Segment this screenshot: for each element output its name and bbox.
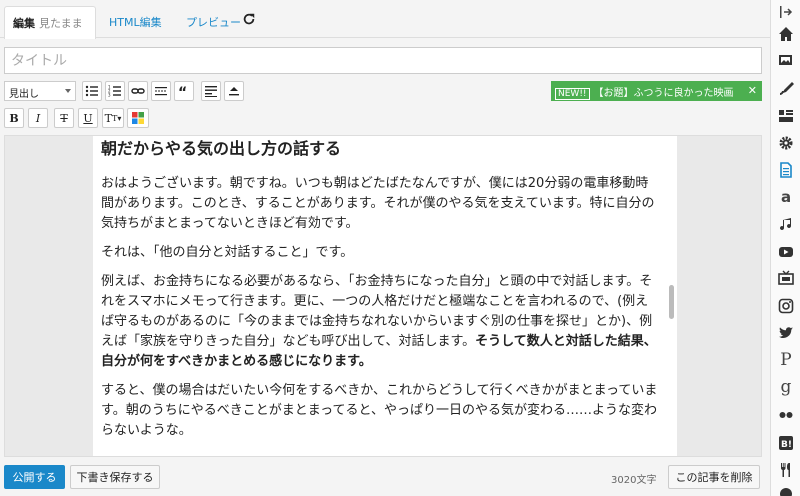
pixiv-icon[interactable]: P [775,350,797,370]
instagram-icon[interactable] [775,296,797,316]
table-of-contents-button[interactable] [201,81,221,101]
font-size-button[interactable]: T T▾ [102,108,124,128]
paragraph-3[interactable]: 例えば、お金持ちになる必要があるなら、「お金持ちになった自分」と頭の中で対話しま… [101,272,661,372]
tab-edit-label: 編集 [13,17,35,30]
tv-icon[interactable] [775,268,797,288]
topic-text: 【お題】ふつうに良かった映画 [593,88,734,99]
hatena-bookmark-icon[interactable]: B! [775,433,797,453]
twitter-icon[interactable] [775,323,797,343]
tab-html[interactable]: HTML編集 [109,14,162,30]
svg-text:B!: B! [781,440,792,450]
topic-banner[interactable]: NEW!! 【お題】ふつうに良かった映画 ✕ [551,81,762,101]
paragraph-2[interactable]: それは、「他の自分と対話すること」です。 [101,243,661,263]
save-draft-button[interactable]: 下書き保存する [70,465,160,489]
editor-scrollbar[interactable] [669,285,674,319]
table-of-contents-icon [205,86,217,97]
youtube-icon[interactable] [775,242,797,262]
gear-icon[interactable] [775,133,797,153]
editor-tabs: 編集 見たまま HTML編集 プレビュー [0,0,770,39]
svg-text:“: “ [178,85,187,98]
layout-icon[interactable] [775,106,797,126]
paragraph-4[interactable]: すると、僕の場合はだいたい今何をするべきか、これからどうして行くべきかがまとまっ… [101,381,661,441]
link-icon [131,88,145,94]
right-sidebar: a P g B! [770,0,800,496]
brush-icon[interactable] [775,78,797,98]
photo-icon[interactable] [775,50,797,70]
bullet-list-icon [85,85,98,97]
strikethrough-button[interactable]: T [54,108,74,128]
flickr-icon[interactable] [775,405,797,425]
tab-preview[interactable]: プレビュー [186,14,241,30]
text-color-button[interactable] [127,108,149,128]
tab-wysiwyg[interactable]: 編集 見たまま [4,6,96,39]
close-icon[interactable]: ✕ [748,84,757,97]
title-input[interactable] [4,47,762,74]
home-icon[interactable] [775,24,797,44]
delete-article-button[interactable]: この記事を削除 [668,465,760,489]
char-count: 3020文字 [611,475,657,486]
numbered-list-icon: 123 [108,85,121,98]
article-body[interactable]: 朝だからやる気の出し方の話する おはようございます。朝ですね。いつも朝はどたばた… [101,136,661,450]
color-palette-icon [132,112,144,124]
bold-button[interactable]: B [4,108,24,128]
editor-area[interactable]: 朝だからやる気の出し方の話する おはようございます。朝ですね。いつも朝はどたばた… [4,135,762,457]
collapse-icon[interactable] [775,2,797,22]
music-icon[interactable] [775,215,797,235]
reload-icon[interactable] [242,12,256,26]
restaurant-icon[interactable] [775,460,797,480]
new-badge: NEW!! [555,88,590,100]
italic-button[interactable]: I [28,108,48,128]
heading-select[interactable]: 見出し [4,81,76,101]
amazon-icon[interactable]: a [775,187,797,207]
horizontal-rule-icon [155,87,167,96]
more-icon[interactable] [775,484,797,496]
quote-icon: “ [178,85,187,98]
more-separator-button[interactable] [151,81,171,101]
chevron-down-icon [65,89,71,93]
document-icon[interactable] [775,160,797,180]
upload-button[interactable] [224,81,244,101]
underline-button[interactable]: U [78,108,98,128]
link-button[interactable] [128,81,148,101]
upload-icon [229,87,239,96]
publish-button[interactable]: 公開する [4,465,65,489]
numbered-list-button[interactable]: 123 [105,81,125,101]
font-size-glyph: T [104,111,112,125]
tab-edit-sub: 見たまま [39,17,83,30]
svg-text:3: 3 [108,93,111,98]
bullet-list-button[interactable] [82,81,102,101]
article-heading[interactable]: 朝だからやる気の出し方の話する [101,138,661,160]
paragraph-1[interactable]: おはようございます。朝ですね。いつも朝はどたばたなんですが、僕には20分弱の電車… [101,174,661,234]
google-icon[interactable]: g [775,377,797,397]
heading-select-value: 見出し [9,89,39,100]
quote-button[interactable]: “ [174,81,194,101]
font-size-icon: T▾ [111,113,122,123]
editor-paper[interactable]: 朝だからやる気の出し方の話する おはようございます。朝ですね。いつも朝はどたばた… [93,136,677,456]
